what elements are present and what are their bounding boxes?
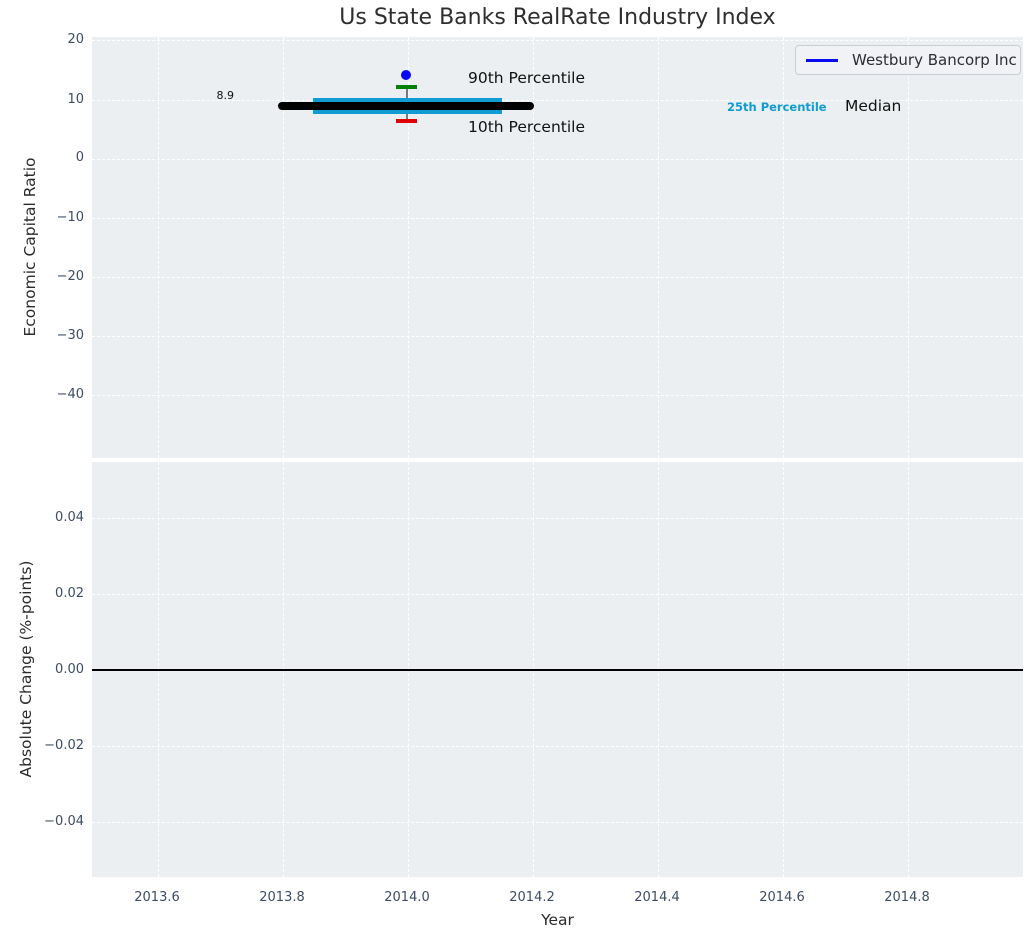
percentile-10-annotation: 10th Percentile (468, 118, 586, 136)
ytick-label: 20 (67, 32, 84, 47)
ytick-label: 0.04 (55, 510, 84, 525)
ytick-label: 10 (67, 92, 84, 107)
xtick-label: 2014.6 (759, 890, 805, 905)
gridline (92, 217, 1023, 219)
percentile-90-cap (396, 85, 417, 89)
gridline (532, 37, 534, 458)
percentile-10-cap (396, 119, 417, 123)
median-annotation: Median (845, 97, 902, 115)
gridline (92, 518, 1023, 519)
legend-line-sample (806, 58, 838, 62)
company-data-point (401, 70, 411, 80)
gridline (92, 822, 1023, 823)
gridline (92, 336, 1023, 337)
median-value-annotation: 8.9 (216, 89, 235, 102)
y-axis-label-top: Economic Capital Ratio (21, 157, 39, 337)
gridline (92, 40, 1023, 41)
zero-change-line (92, 669, 1023, 671)
gridline (92, 594, 1023, 595)
gridline (92, 746, 1023, 747)
legend-label: Westbury Bancorp Inc (852, 51, 1017, 69)
y-axis-label-bottom: Absolute Change (%-points) (17, 560, 35, 778)
median-line (278, 101, 534, 110)
x-axis-label: Year (541, 911, 574, 929)
xtick-label: 2014.0 (384, 890, 430, 905)
chart-title: Us State Banks RealRate Industry Index (339, 5, 776, 30)
xtick-label: 2014.4 (634, 890, 680, 905)
xtick-label: 2013.8 (259, 890, 305, 905)
gridline (657, 37, 659, 458)
xtick-label: 2014.8 (884, 890, 930, 905)
figure: Us State Banks RealRate Industry Index 8… (0, 0, 1034, 942)
gridline (92, 277, 1023, 278)
xtick-label: 2014.2 (509, 890, 555, 905)
ytick-label: −0.04 (44, 814, 84, 829)
xtick-label: 2013.6 (134, 890, 180, 905)
ytick-label: −40 (56, 387, 84, 402)
percentile-25-annotation: 25th Percentile (727, 100, 827, 114)
gridline (907, 37, 909, 458)
legend: Westbury Bancorp Inc (795, 45, 1021, 75)
gridline (282, 37, 284, 458)
gridline (157, 37, 159, 458)
percentile-90-annotation: 90th Percentile (468, 69, 586, 87)
gridline (92, 395, 1023, 396)
gridline (92, 158, 1023, 160)
